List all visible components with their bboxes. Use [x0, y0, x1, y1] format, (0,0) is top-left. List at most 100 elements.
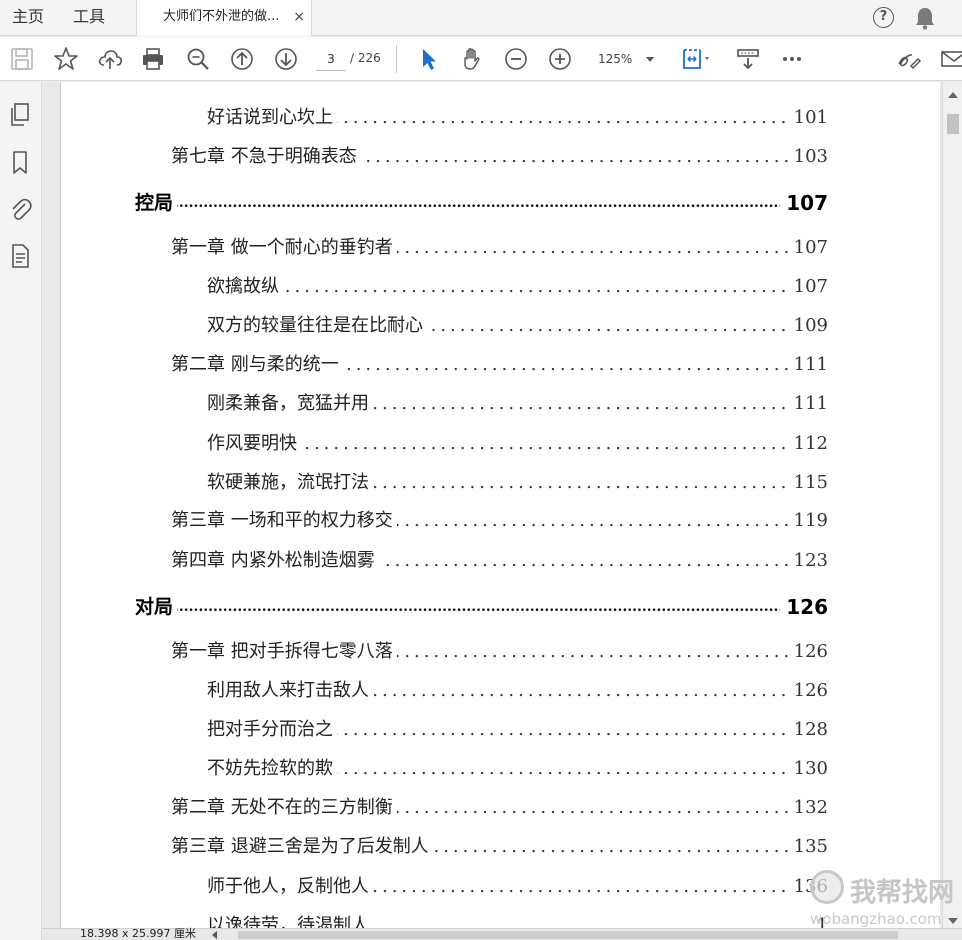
toc-entry-title: 把对手分而治之: [207, 716, 337, 744]
toc-entry-title: 第三章 一场和平的权力移交: [171, 507, 397, 535]
toc-entry-page-number: 126: [787, 638, 828, 666]
toc-entry-page-number: 130: [787, 755, 828, 783]
toc-entry-section[interactable]: ........................................…: [61, 873, 940, 901]
document-properties-icon[interactable]: [8, 243, 32, 269]
toc-entry-section[interactable]: ........................................…: [61, 430, 940, 458]
toc-entry-section[interactable]: ........................................…: [61, 716, 940, 744]
bookmark-star-icon[interactable]: [53, 46, 79, 72]
toc-entry-title: 以逸待劳，待渴制人: [207, 912, 373, 928]
toc-entry-title: 软硬兼施，流氓打法: [207, 469, 373, 497]
sign-icon[interactable]: [896, 46, 922, 72]
watermark: 我帮找网 wobangzhao.com: [810, 870, 962, 930]
scroll-left-icon[interactable]: [212, 931, 217, 939]
toc-entry-page-number: 107: [787, 273, 828, 301]
toc-entry-title: 不妨先捡软的欺: [207, 755, 337, 783]
toc-entry-title: 双方的较量往往是在比耐心: [207, 312, 427, 340]
toc-entry-title: 第四章 内紧外松制造烟雾: [171, 547, 379, 575]
toc-entry-section[interactable]: ........................................…: [61, 912, 940, 928]
toc-entry-title: 对局: [135, 593, 178, 621]
toc-dot-leader: ........................................…: [135, 195, 828, 211]
fit-page-icon[interactable]: [680, 46, 714, 72]
bookmarks-icon[interactable]: [8, 150, 32, 176]
close-tab-icon[interactable]: ×: [293, 0, 305, 34]
scrollbar-thumb[interactable]: [947, 114, 959, 134]
toc-entry-page-number: 119: [787, 507, 828, 535]
toc-entry-chapter[interactable]: ........................................…: [61, 833, 940, 861]
toc-entry-section[interactable]: ........................................…: [61, 312, 940, 340]
toc-entry-part[interactable]: ........................................…: [61, 593, 940, 621]
save-icon[interactable]: [9, 46, 35, 72]
toc-entry-page-number: 107: [780, 189, 828, 217]
toc-entry-title: 第三章 退避三舍是为了后发制人: [171, 833, 433, 861]
toc-entry-chapter[interactable]: ........................................…: [61, 143, 940, 171]
page-number-input[interactable]: [316, 47, 346, 71]
toc-entry-chapter[interactable]: ........................................…: [61, 638, 940, 666]
help-icon[interactable]: ?: [873, 7, 894, 28]
toc-entry-page-number: 107: [787, 234, 828, 262]
toc-entry-title: 第七章 不急于明确表态: [171, 143, 361, 171]
toc-entry-section[interactable]: ........................................…: [61, 273, 940, 301]
tab-tools[interactable]: 工具: [73, 0, 105, 36]
toc-entry-title: 第二章 无处不在的三方制衡: [171, 794, 397, 822]
toc-entry-section[interactable]: ........................................…: [61, 390, 940, 418]
toc-entry-page-number: 115: [787, 469, 828, 497]
document-viewport[interactable]: ........................................…: [42, 82, 942, 928]
tab-document[interactable]: 大师们不外泄的做... ×: [136, 0, 312, 36]
toc-entry-part[interactable]: ........................................…: [61, 189, 940, 217]
print-icon[interactable]: [140, 46, 166, 72]
toc-entry-title: 欲擒故纵: [207, 273, 283, 301]
toc-entry-title: 好话说到心坎上: [207, 104, 337, 132]
toc-entry-section[interactable]: ........................................…: [61, 469, 940, 497]
toc-entry-title: 控局: [135, 189, 178, 217]
zoom-out-icon[interactable]: [503, 46, 529, 72]
tab-bar: 主页 工具 大师们不外泄的做... × ?: [0, 0, 962, 36]
zoom-level-select[interactable]: 125%: [590, 47, 660, 71]
page-total-label: / 226: [350, 51, 381, 65]
notification-bell-icon[interactable]: [914, 6, 936, 30]
watermark-logo-icon: [810, 870, 844, 904]
horizontal-scrollbar-thumb[interactable]: [238, 931, 898, 939]
toc-entry-title: 作风要明快: [207, 430, 301, 458]
toc-entry-section[interactable]: ........................................…: [61, 677, 940, 705]
toc-entry-chapter[interactable]: ........................................…: [61, 507, 940, 535]
document-tab-title: 大师们不外泄的做...: [163, 9, 280, 24]
toc-entry-section[interactable]: ........................................…: [61, 104, 940, 132]
zoom-level-value: 125%: [598, 52, 633, 66]
pages-icon[interactable]: [8, 102, 32, 128]
toc-entry-page-number: 111: [787, 351, 828, 379]
email-icon[interactable]: [940, 46, 962, 72]
toc-entry-chapter[interactable]: ........................................…: [61, 351, 940, 379]
toc-entry-page-number: 111: [787, 390, 828, 418]
page-size-label: 18.398 x 25.997 厘米: [80, 927, 196, 940]
next-page-icon[interactable]: [273, 46, 299, 72]
zoom-search-icon[interactable]: [185, 46, 211, 72]
upload-cloud-icon[interactable]: [97, 46, 123, 72]
more-icon[interactable]: [779, 46, 805, 72]
prev-page-icon[interactable]: [229, 46, 255, 72]
toc-dot-leader: ........................................…: [207, 276, 828, 297]
toc-entry-title: 师于他人，反制他人: [207, 873, 373, 901]
tab-home[interactable]: 主页: [12, 0, 44, 36]
watermark-text: 我帮找网: [850, 878, 955, 908]
toc-entry-page-number: 126: [780, 593, 828, 621]
toc-entry-title: 刚柔兼备，宽猛并用: [207, 390, 373, 418]
vertical-scrollbar[interactable]: [942, 82, 962, 928]
toc-entry-page-number: 112: [787, 430, 828, 458]
toc-entry-page-number: 132: [787, 794, 828, 822]
toc-entry-page-number: 123: [787, 547, 828, 575]
toc-entry-title: 第一章 把对手拆得七零八落: [171, 638, 397, 666]
toc-entry-chapter[interactable]: ........................................…: [61, 794, 940, 822]
zoom-in-icon[interactable]: [547, 46, 573, 72]
pdf-reader-window: 主页 工具 大师们不外泄的做... × ? 3 / 226 125% .....…: [0, 0, 962, 940]
toc-entry-page-number: 109: [787, 312, 828, 340]
toc-entry-section[interactable]: ........................................…: [61, 755, 940, 783]
toc-entry-chapter[interactable]: ........................................…: [61, 547, 940, 575]
toc-entry-chapter[interactable]: ........................................…: [61, 234, 940, 262]
hand-tool-icon[interactable]: [459, 46, 485, 72]
toolbar-divider: [396, 45, 397, 73]
toc-entry-page-number: 135: [787, 833, 828, 861]
scroll-up-icon[interactable]: [948, 92, 958, 98]
select-cursor-icon[interactable]: [416, 46, 442, 72]
scroll-mode-icon[interactable]: [735, 46, 761, 72]
attachments-icon[interactable]: [8, 196, 32, 222]
